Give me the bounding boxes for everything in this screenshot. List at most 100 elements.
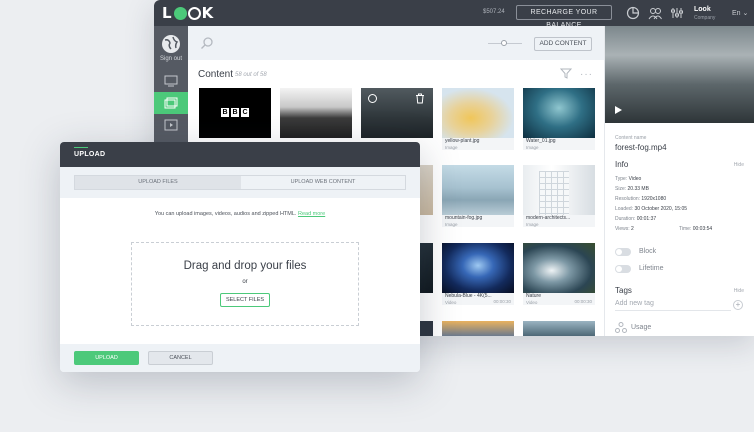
content-tile-architecture[interactable]: modern-architects... Image	[523, 165, 595, 227]
nav-item-screens[interactable]	[154, 70, 188, 92]
size-label: Size:	[615, 186, 627, 192]
loaded-label: Loaded:	[615, 206, 634, 212]
balance-amount: $507.24	[483, 9, 505, 15]
info-heading: Info	[615, 160, 629, 169]
usage-label[interactable]: Usage	[631, 324, 651, 331]
file-type: Image	[445, 144, 458, 150]
building-shape	[539, 171, 569, 215]
content-tile-nature[interactable]: Nature Video 00:00:30	[523, 243, 595, 305]
tab-upload-files[interactable]: UPLOAD FILES	[75, 176, 241, 189]
file-type: Image	[526, 144, 539, 150]
monitor-icon	[164, 75, 178, 87]
user-name[interactable]: Look	[694, 6, 711, 13]
content-tile-aerial[interactable]	[523, 321, 595, 336]
upload-info: You can upload images, videos, audios an…	[60, 211, 420, 217]
time-label: Time:	[679, 226, 692, 232]
language-selector[interactable]: En ⌄	[732, 9, 748, 17]
info-hide-link[interactable]: Hide	[734, 162, 744, 168]
thumbnail	[442, 88, 514, 138]
file-duration: 00:00:30	[574, 299, 592, 304]
thumbnail: B B C	[199, 88, 271, 138]
globe-icon[interactable]	[161, 34, 181, 54]
drop-or: or	[242, 279, 248, 285]
content-icon	[164, 97, 178, 109]
video-preview[interactable]	[605, 26, 754, 123]
add-tag-input[interactable]: Add new tag	[615, 300, 731, 311]
tile-caption: modern-architects... Image	[523, 215, 595, 227]
tile-caption: yellow-plant.jpg Image	[442, 138, 514, 150]
dialog-title: UPLOAD	[74, 151, 106, 158]
loaded-value: 30 October 2020, 15:05	[634, 206, 688, 212]
nav-item-content[interactable]	[154, 92, 188, 114]
chevron-down-icon: ⌄	[742, 10, 749, 17]
select-files-button[interactable]: SELECT FILES	[220, 293, 270, 307]
thumbnail	[442, 321, 514, 336]
drop-title: Drag and drop your files	[183, 260, 307, 272]
upload-button[interactable]: UPLOAD	[74, 351, 139, 365]
type-value: Video	[628, 176, 642, 182]
content-tile-water[interactable]: Water_01.jpg Image	[523, 88, 595, 150]
content-tile-mountain-fog[interactable]: mountain-fog.jpg Image	[442, 165, 514, 227]
content-toolbar: ADD CONTENT	[188, 26, 604, 60]
add-tag-icon[interactable]: +	[733, 300, 743, 310]
content-tile-sea[interactable]	[280, 88, 352, 138]
tile-caption: mountain-fog.jpg Image	[442, 215, 514, 227]
block-toggle[interactable]	[615, 248, 631, 256]
content-title: Content	[198, 69, 234, 80]
add-content-button[interactable]: ADD CONTENT	[534, 37, 592, 51]
zoom-slider[interactable]	[488, 40, 522, 46]
trash-icon[interactable]	[415, 93, 425, 104]
tags-heading: Tags	[615, 286, 632, 295]
slider-handle[interactable]	[501, 40, 507, 46]
thumbnail	[523, 243, 595, 293]
thumbnail	[361, 88, 433, 138]
tags-hide-link[interactable]: Hide	[734, 288, 744, 294]
info-resolution: Resolution: 1920x1080	[615, 196, 666, 202]
bbc-logo: B B C	[221, 108, 249, 117]
thumbnail	[523, 165, 595, 215]
play-icon[interactable]	[615, 106, 622, 114]
sign-out-link[interactable]: Sign out	[154, 56, 188, 62]
duration-label: Duration:	[615, 216, 636, 222]
thumbnail	[280, 88, 352, 138]
tile-caption: Nebula-Blue - 4K(5... Video 00:00:30	[442, 293, 514, 305]
dialog-header: UPLOAD	[60, 142, 420, 167]
info-time: Time: 00:03:54	[679, 226, 712, 232]
more-options-icon[interactable]: ···	[580, 69, 593, 80]
users-icon[interactable]	[648, 6, 662, 20]
file-drop-zone[interactable]: Drag and drop your files or SELECT FILES	[131, 242, 359, 326]
thumbnail	[442, 165, 514, 215]
content-tile-yellow-plant[interactable]: yellow-plant.jpg Image	[442, 88, 514, 150]
recharge-balance-button[interactable]: RECHARGE YOUR BALANCE	[516, 5, 612, 29]
content-name-label: Content name	[615, 135, 647, 141]
content-tile-sunset[interactable]	[442, 321, 514, 336]
info-type: Type: Video	[615, 176, 641, 182]
stats-icon[interactable]	[626, 6, 640, 20]
settings-sliders-icon[interactable]	[670, 6, 684, 20]
read-more-link[interactable]: Read more	[298, 211, 325, 217]
nav-item-playlists[interactable]	[154, 114, 188, 136]
content-file-name: forest-fog.mp4	[615, 143, 667, 152]
content-tile-forest-fog[interactable]	[361, 88, 433, 138]
playlist-icon	[164, 119, 178, 131]
upload-info-text: You can upload images, videos, audios an…	[154, 211, 297, 217]
header-accent	[74, 147, 88, 148]
filter-icon[interactable]	[560, 68, 572, 79]
lifetime-toggle[interactable]	[615, 265, 631, 273]
content-tile-nebula[interactable]: Nebula-Blue - 4K(5... Video 00:00:30	[442, 243, 514, 305]
cancel-button[interactable]: CANCEL	[148, 351, 213, 365]
select-checkbox[interactable]	[368, 94, 377, 103]
file-type: Image	[445, 221, 458, 227]
look-logo[interactable]: LK	[162, 4, 214, 22]
top-bar: LK $507.24 RECHARGE YOUR BALANCE Look Co…	[154, 0, 754, 29]
resolution-value: 1920x1080	[641, 196, 667, 202]
tab-upload-web-content[interactable]: UPLOAD WEB CONTENT	[241, 176, 405, 189]
info-duration: Duration: 00:01:37	[615, 216, 656, 222]
size-value: 20.33 MB	[627, 186, 649, 192]
search-icon[interactable]	[200, 36, 214, 50]
content-tile-bbc[interactable]: B B C	[199, 88, 271, 138]
tile-caption: Nature Video 00:00:30	[523, 293, 595, 305]
file-duration: 00:00:30	[493, 299, 511, 304]
user-company: Company	[694, 15, 716, 21]
dialog-tabs-bar: UPLOAD FILES UPLOAD WEB CONTENT	[60, 167, 420, 198]
